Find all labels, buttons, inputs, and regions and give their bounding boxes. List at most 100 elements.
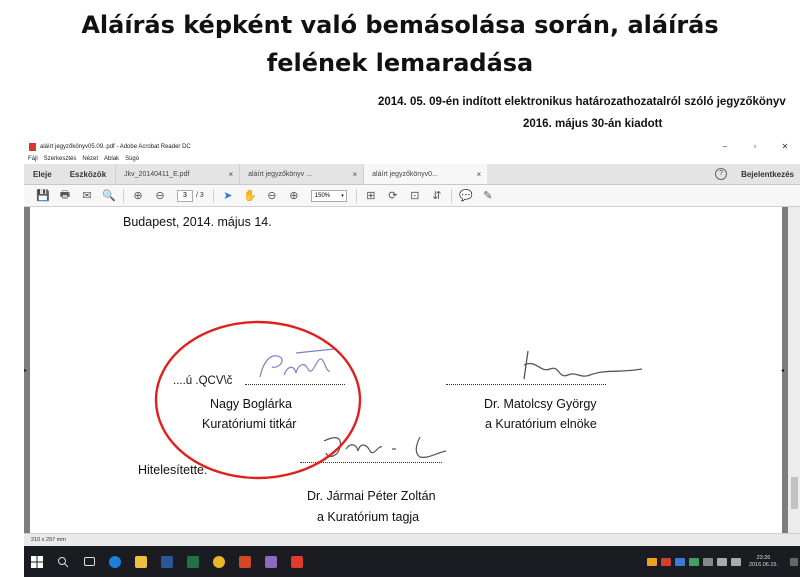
comment-icon[interactable]: 💬	[455, 188, 477, 204]
page-down-icon[interactable]: ⊖	[149, 188, 171, 204]
search-icon[interactable]: 🔍	[98, 188, 120, 204]
tab-bar: Eleje Eszközök Jkv_20140411_E.pdf × aláí…	[24, 164, 800, 185]
status-bar: 210 x 297 mm	[24, 533, 800, 546]
window-titlebar: aláírt jegyzőkönyv05.09..pdf - Adobe Acr…	[24, 140, 800, 154]
signer2-role: a Kuratórium elnöke	[485, 417, 597, 431]
tray-app-icon[interactable]	[660, 557, 671, 566]
menu-window[interactable]: Ablak	[104, 156, 119, 162]
rotate-icon[interactable]: ⟳	[382, 188, 404, 204]
signer2-name: Dr. Matolcsy György	[484, 397, 597, 411]
maximize-button[interactable]: ▫	[740, 140, 770, 154]
windows-logo-icon	[31, 555, 43, 568]
email-icon[interactable]: ✉	[76, 188, 98, 204]
menu-bar: Fájl Szerkesztés Nézet Ablak Súgó	[24, 154, 800, 164]
toolbar: 💾 🖶 ✉ 🔍 ⊕ ⊖ 3 / 3 ➤ ✋ ⊖ ⊕ 150% ▾ ⊞ ⟳ ⊡ ⇵…	[24, 185, 800, 207]
windows-taskbar: 23:26 2016.06.15.	[24, 546, 800, 577]
tab-tools[interactable]: Eszközök	[61, 164, 115, 184]
tray-app-icon[interactable]	[646, 557, 657, 566]
window-controls: – ▫ ✕	[710, 140, 800, 154]
tray-app-icon[interactable]	[688, 557, 699, 566]
slide-title-line2: felének lemaradása	[266, 49, 534, 77]
zoom-out-icon[interactable]: ⊖	[261, 188, 283, 204]
acrobat-icon[interactable]	[284, 546, 310, 577]
slide-title-line1: Aláírás képként való bemásolása során, a…	[81, 11, 719, 39]
pdf-file-icon	[29, 143, 36, 151]
doc-tab-2[interactable]: aláírt jegyzőkönyv ... ×	[239, 164, 363, 184]
slide-title: Aláírás képként való bemásolása során, a…	[0, 6, 800, 82]
page-left-arrow-icon[interactable]: ▸	[24, 367, 27, 374]
menu-edit[interactable]: Szerkesztés	[44, 156, 77, 162]
fullscreen-icon[interactable]: ⊡	[404, 188, 426, 204]
acrobat-screenshot: aláírt jegyzőkönyv05.09..pdf - Adobe Acr…	[24, 140, 800, 577]
edge-browser-icon[interactable]	[102, 546, 128, 577]
doc-tab-1[interactable]: Jkv_20140411_E.pdf ×	[115, 164, 239, 184]
scroll-mode-icon[interactable]: ⇵	[426, 188, 448, 204]
page-up-icon[interactable]: ⊕	[127, 188, 149, 204]
toolbar-divider	[123, 188, 124, 203]
red-annotation-circle	[154, 320, 362, 480]
select-cursor-icon[interactable]: ➤	[217, 188, 239, 204]
bluetooth-icon[interactable]	[702, 557, 713, 566]
page-right-arrow-icon[interactable]: ◂	[781, 367, 784, 374]
volume-icon[interactable]	[730, 557, 741, 566]
window-title: aláírt jegyzőkönyv05.09..pdf - Adobe Acr…	[40, 144, 191, 150]
zoom-in-icon[interactable]: ⊕	[283, 188, 305, 204]
page-number-input[interactable]: 3	[177, 189, 193, 202]
toolbar-divider	[212, 188, 214, 203]
slide-subtitle-2: 2016. május 30-án kiadott	[523, 118, 663, 130]
word-icon[interactable]	[154, 546, 180, 577]
menu-help[interactable]: Súgó	[125, 156, 139, 162]
toolbar-divider	[355, 188, 357, 203]
slide-subtitle-1: 2014. 05. 09-én indított elektronikus ha…	[378, 96, 786, 108]
pdf-page: Budapest, 2014. május 14. ....ú .QCV\č N…	[30, 207, 782, 533]
print-icon[interactable]: 🖶	[54, 188, 76, 204]
doc-tab-3[interactable]: aláírt jegyzőkönyv0... ×	[363, 164, 488, 184]
minimize-button[interactable]: –	[710, 140, 740, 154]
system-tray: 23:26 2016.06.15.	[645, 546, 800, 577]
taskbar-clock[interactable]: 23:26 2016.06.15.	[749, 555, 778, 569]
page-count: / 3	[196, 192, 204, 199]
hand-icon[interactable]: ✋	[239, 188, 261, 204]
menu-view[interactable]: Nézet	[82, 156, 98, 162]
scrollbar-thumb[interactable]	[791, 477, 798, 509]
tab-bar-right: ? Bejelentkezés	[715, 164, 800, 184]
tab-home[interactable]: Eleje	[24, 164, 61, 184]
toolbar-divider	[450, 188, 452, 203]
document-viewport[interactable]: Budapest, 2014. május 14. ....ú .QCV\č N…	[24, 207, 800, 533]
close-tab-icon[interactable]: ×	[352, 164, 357, 184]
doc-tab-label: aláírt jegyzőkönyv ...	[248, 171, 312, 178]
tray-app-icon[interactable]	[674, 557, 685, 566]
login-button[interactable]: Bejelentkezés	[741, 170, 794, 179]
signer3-name: Dr. Jármai Péter Zoltán	[307, 489, 436, 503]
clock-date: 2016.06.15.	[748, 561, 778, 568]
close-window-button[interactable]: ✕	[770, 140, 800, 154]
task-view-icon[interactable]	[76, 546, 102, 577]
close-tab-icon[interactable]: ×	[476, 164, 481, 184]
doc-tab-label: Jkv_20140411_E.pdf	[124, 171, 190, 178]
help-icon[interactable]: ?	[715, 168, 728, 180]
page-size-label: 210 x 297 mm	[31, 537, 66, 543]
close-tab-icon[interactable]: ×	[228, 164, 233, 184]
doc-tab-label: aláírt jegyzőkönyv0...	[372, 171, 438, 178]
signer3-role: a Kuratórium tagja	[317, 510, 420, 524]
zoom-value: 150%	[314, 192, 331, 199]
start-button[interactable]	[24, 546, 50, 577]
zoom-select[interactable]: 150% ▾	[310, 189, 347, 202]
powerpoint-icon[interactable]	[232, 546, 258, 577]
taskbar-search-icon[interactable]	[50, 546, 76, 577]
file-explorer-icon[interactable]	[128, 546, 154, 577]
menu-file[interactable]: Fájl	[28, 156, 38, 162]
handwritten-signature-2	[523, 350, 643, 380]
save-icon[interactable]: 💾	[32, 188, 54, 204]
clock-time: 23:26	[756, 554, 771, 561]
network-icon[interactable]	[716, 557, 727, 566]
notification-icon[interactable]	[790, 557, 798, 566]
place-date: Budapest, 2014. május 14.	[123, 215, 272, 229]
excel-icon[interactable]	[180, 546, 206, 577]
chrome-icon[interactable]	[206, 546, 232, 577]
vertical-scrollbar[interactable]	[788, 207, 800, 533]
fit-page-icon[interactable]: ⊞	[360, 188, 382, 204]
app-icon[interactable]	[258, 546, 284, 577]
sign-icon[interactable]: ✎	[477, 188, 499, 204]
chevron-down-icon: ▾	[341, 192, 344, 199]
